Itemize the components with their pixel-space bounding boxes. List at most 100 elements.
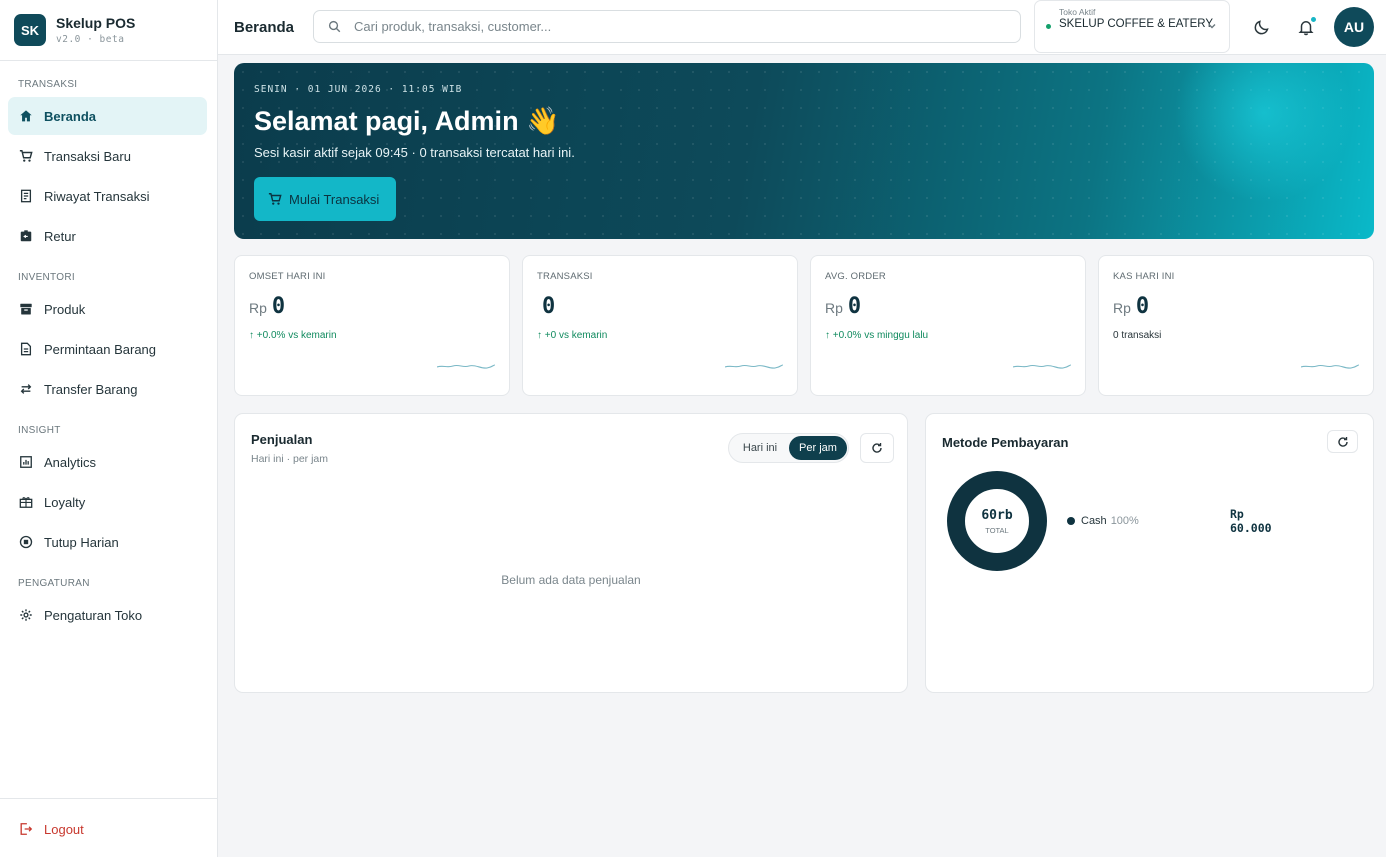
start-transaction-button[interactable]: Mulai Transaksi <box>254 177 396 221</box>
sidebar-item-riwayat-transaksi[interactable]: Riwayat Transaksi <box>8 177 207 215</box>
sales-empty-state: Belum ada data penjualan <box>501 573 641 587</box>
toggle-hari-ini[interactable]: Hari ini <box>733 436 787 460</box>
store-status-dot <box>1046 24 1051 29</box>
sidebar-item-transfer-barang[interactable]: Transfer Barang <box>8 370 207 408</box>
stat-currency: Rp <box>249 300 267 316</box>
stat-currency: Rp <box>825 300 843 316</box>
page-title: Beranda <box>234 19 295 36</box>
sidebar-item-label: Transfer Barang <box>44 381 138 397</box>
toggle-per-jam[interactable]: Per jam <box>789 436 847 460</box>
sidebar-item-beranda[interactable]: Beranda <box>8 97 207 135</box>
store-name: SKELUP COFFEE & EATERY <box>1059 18 1214 30</box>
sidebar-item-label: Produk <box>44 301 86 317</box>
search-bar[interactable] <box>313 10 1021 43</box>
arrow-up-icon: ↑ <box>825 330 833 341</box>
sidebar-item-label: Loyalty <box>44 494 86 510</box>
sidebar-item-transaksi-baru[interactable]: Transaksi Baru <box>8 137 207 175</box>
stat-delta: ↑ +0.0% vs kemarin <box>249 330 337 341</box>
brand: SK Skelup POS v2.0 · beta <box>0 0 217 61</box>
stat-value: 0 <box>847 294 862 319</box>
arrow-up-icon: ↑ <box>249 330 257 341</box>
donut-total-label: TOTAL <box>985 525 1009 535</box>
theme-toggle-button[interactable] <box>1250 15 1274 39</box>
arrow-up-icon: ↑ <box>537 330 545 341</box>
sales-title: Penjualan <box>251 432 313 447</box>
sidebar-item-permintaan-barang[interactable]: Permintaan Barang <box>8 330 207 368</box>
sidebar-item-label: Riwayat Transaksi <box>44 188 150 204</box>
sparkline <box>1013 364 1071 369</box>
nav-section-insight: INSIGHT <box>18 425 61 436</box>
notifications-button[interactable] <box>1294 15 1318 39</box>
sidebar-item-pengaturan-toko[interactable]: Pengaturan Toko <box>8 596 207 634</box>
stat-label: KAS HARI INI <box>1113 271 1175 282</box>
stat-delta: ↑ +0 vs kemarin <box>537 330 608 341</box>
search-input[interactable] <box>354 19 994 34</box>
moon-icon <box>1254 20 1269 35</box>
stat-card-avg-order: AVG. ORDER Rp 0 ↑ +0.0% vs minggu lalu <box>810 255 1086 396</box>
sparkline <box>437 364 495 369</box>
nav-section-inventori: INVENTORI <box>18 272 75 283</box>
sidebar: SK Skelup POS v2.0 · beta TRANSAKSI INVE… <box>0 0 218 857</box>
stat-delta: 0 transaksi <box>1113 330 1162 341</box>
avatar[interactable]: AU <box>1334 7 1374 47</box>
stat-value: 0 <box>542 294 556 319</box>
sidebar-item-label: Retur <box>44 228 76 244</box>
sidebar-item-label: Transaksi Baru <box>44 148 131 164</box>
legend-name: Cash <box>1081 515 1107 527</box>
payment-refresh-button[interactable] <box>1327 430 1358 453</box>
receipt-icon <box>19 189 33 203</box>
stat-currency: Rp <box>1113 300 1131 316</box>
stat-label: AVG. ORDER <box>825 271 886 282</box>
start-transaction-label: Mulai Transaksi <box>289 191 380 207</box>
stat-label: OMSET HARI INI <box>249 271 326 282</box>
nav-section-transaksi: TRANSAKSI <box>18 79 78 90</box>
welcome-banner: SENIN · 01 JUN 2026 · 11:05 WIB Selamat … <box>234 63 1374 239</box>
banner-subtitle: Sesi kasir aktif sejak 09:45 · 0 transak… <box>254 145 575 160</box>
logout-label: Logout <box>44 821 84 837</box>
sidebar-item-label: Beranda <box>44 108 97 124</box>
search-icon <box>328 20 341 33</box>
legend-row-cash: Cash 100% Rp 60.000 <box>1067 507 1292 535</box>
cart-icon <box>19 149 33 163</box>
sidebar-item-label: Tutup Harian <box>44 534 119 550</box>
brand-version: v2.0 · beta <box>56 34 125 45</box>
donut-center: 60rb TOTAL <box>946 470 1048 572</box>
nav-section-pengaturan: PENGATURAN <box>18 578 90 589</box>
notification-badge <box>1310 16 1317 23</box>
home-icon <box>19 109 33 123</box>
sidebar-footer: Logout <box>0 798 217 857</box>
sidebar-item-label: Analytics <box>44 454 97 470</box>
stat-card-kas: KAS HARI INI Rp 0 0 transaksi <box>1098 255 1374 396</box>
sparkline <box>725 364 783 369</box>
sales-refresh-button[interactable] <box>860 433 894 463</box>
store-label: Toko Aktif <box>1059 7 1096 17</box>
archive-box-icon <box>19 302 33 316</box>
brand-name: Skelup POS <box>56 15 136 31</box>
logout-button[interactable]: Logout <box>8 810 84 848</box>
sidebar-item-loyalty[interactable]: Loyalty <box>8 483 207 521</box>
bar-chart-icon <box>19 455 33 469</box>
refresh-icon <box>872 443 882 453</box>
stat-delta: ↑ +0.0% vs minggu lalu <box>825 330 929 341</box>
banner-greeting: Selamat pagi, Admin 👋 <box>254 106 560 136</box>
return-box-icon <box>19 229 33 243</box>
sales-period-toggle: Hari ini Per jam <box>728 433 849 463</box>
sparkline <box>1301 364 1359 369</box>
stat-label: TRANSAKSI <box>537 271 593 282</box>
sales-panel: Penjualan Hari ini · per jam Hari ini Pe… <box>234 413 908 693</box>
legend-amount: Rp 60.000 <box>1230 507 1272 535</box>
legend-percent: 100% <box>1110 515 1139 527</box>
stat-card-transaksi: TRANSAKSI 0 ↑ +0 vs kemarin <box>522 255 798 396</box>
payment-title: Metode Pembayaran <box>942 435 1069 450</box>
chevron-down-icon <box>1208 24 1216 29</box>
brand-logo: SK <box>14 14 46 46</box>
sidebar-item-analytics[interactable]: Analytics <box>8 443 207 481</box>
cart-icon <box>268 193 282 205</box>
stat-value: 0 <box>271 294 286 319</box>
sidebar-item-tutup-harian[interactable]: Tutup Harian <box>8 523 207 561</box>
sidebar-item-produk[interactable]: Produk <box>8 290 207 328</box>
sidebar-item-label: Permintaan Barang <box>44 341 157 357</box>
sidebar-item-retur[interactable]: Retur <box>8 217 207 255</box>
store-selector[interactable]: Toko Aktif SKELUP COFFEE & EATERY <box>1034 0 1230 53</box>
stat-card-omset: OMSET HARI INI Rp 0 ↑ +0.0% vs kemarin <box>234 255 510 396</box>
